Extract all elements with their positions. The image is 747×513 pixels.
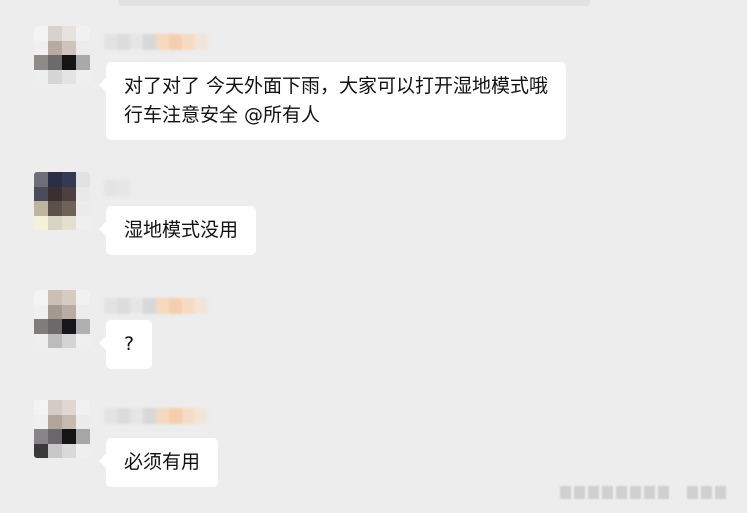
watermark (560, 486, 726, 500)
avatar[interactable] (34, 172, 90, 230)
message-bubble[interactable]: 对了对了 今天外面下雨，大家可以打开湿地模式哦 行车注意安全 @所有人 (98, 62, 567, 140)
message-bubble[interactable]: 必须有用 (98, 438, 219, 487)
message-bubble[interactable]: ? (98, 320, 153, 369)
avatar[interactable] (34, 400, 90, 458)
sender-name-blurred (104, 408, 208, 424)
sender-name-blurred (104, 298, 208, 314)
previous-message-edge (118, 0, 590, 6)
avatar[interactable] (34, 290, 90, 348)
sender-name-blurred (104, 34, 208, 50)
chat-window: 对了对了 今天外面下雨，大家可以打开湿地模式哦 行车注意安全 @所有人 湿地模式… (0, 0, 747, 513)
message-bubble[interactable]: 湿地模式没用 (98, 206, 257, 255)
sender-name-blurred (104, 180, 130, 196)
avatar[interactable] (34, 26, 90, 84)
